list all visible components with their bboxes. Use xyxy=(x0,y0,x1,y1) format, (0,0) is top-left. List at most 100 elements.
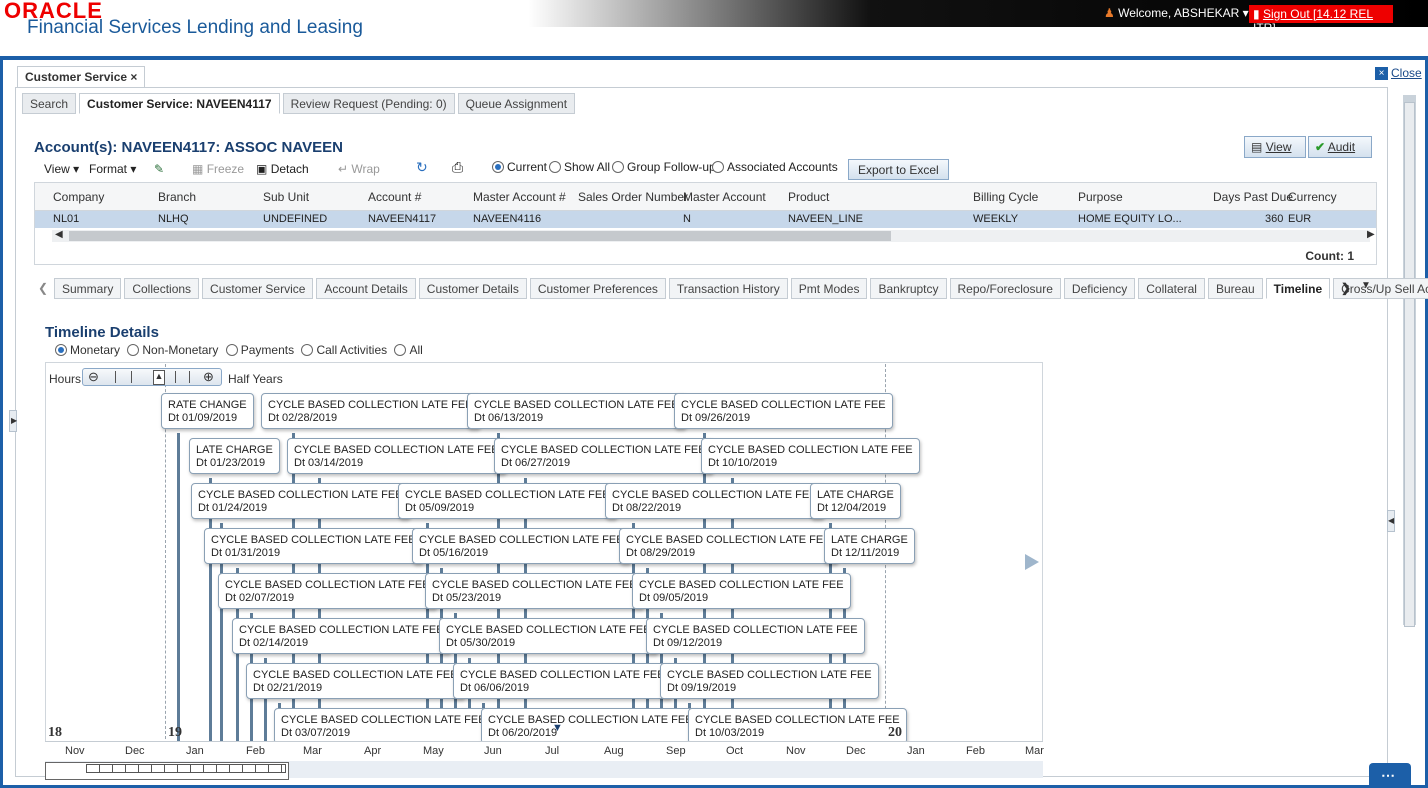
option-monetary[interactable]: Monetary xyxy=(55,343,120,357)
vertical-scrollbar-thumb[interactable] xyxy=(1404,102,1415,627)
zoom-thumb[interactable]: ▲ xyxy=(153,370,165,385)
tabs-menu-icon[interactable]: ▼ xyxy=(1361,280,1371,291)
timeline-event[interactable]: CYCLE BASED COLLECTION LATE FEEDt 03/14/… xyxy=(287,438,506,474)
timeline-event[interactable]: LATE CHARGEDt 12/11/2019 xyxy=(824,528,915,564)
tab-pmt-modes[interactable]: Pmt Modes xyxy=(791,278,868,299)
radio-non-monetary[interactable] xyxy=(127,344,139,356)
col-currency[interactable]: Currency xyxy=(1288,190,1337,204)
radio-all[interactable] xyxy=(394,344,406,356)
timeline-event[interactable]: CYCLE BASED COLLECTION LATE FEEDt 02/14/… xyxy=(232,618,451,654)
timeline-scroll-down-icon[interactable]: ▼ xyxy=(552,722,563,734)
col-master-account[interactable]: Master Account xyxy=(683,190,766,204)
timeline-next-icon[interactable] xyxy=(1025,554,1039,570)
timeline-event[interactable]: CYCLE BASED COLLECTION LATE FEEDt 03/07/… xyxy=(274,708,493,744)
timeline-event[interactable]: CYCLE BASED COLLECTION LATE FEEDt 05/16/… xyxy=(412,528,631,564)
tab-customer-service-sub[interactable]: Customer Service xyxy=(202,278,313,299)
detach-button[interactable]: ▣ Detach xyxy=(256,162,309,176)
tab-customer-details[interactable]: Customer Details xyxy=(419,278,527,299)
tab-bureau[interactable]: Bureau xyxy=(1208,278,1263,299)
timeline-event[interactable]: CYCLE BASED COLLECTION LATE FEEDt 01/31/… xyxy=(204,528,423,564)
timeline-event[interactable]: CYCLE BASED COLLECTION LATE FEEDt 09/26/… xyxy=(674,393,893,429)
timeline-event[interactable]: CYCLE BASED COLLECTION LATE FEEDt 01/24/… xyxy=(191,483,410,519)
col-product[interactable]: Product xyxy=(788,190,829,204)
filter-current[interactable]: Current xyxy=(492,160,547,174)
timeline-event[interactable]: CYCLE BASED COLLECTION LATE FEEDt 06/13/… xyxy=(467,393,686,429)
option-all[interactable]: All xyxy=(394,343,422,357)
tab-customer-preferences[interactable]: Customer Preferences xyxy=(530,278,666,299)
col-days-past-due[interactable]: Days Past Due xyxy=(1213,190,1293,204)
freeze-button[interactable]: ▦ Freeze xyxy=(192,162,244,176)
table-row[interactable]: NL01 NLHQ UNDEFINED NAVEEN4117 NAVEEN411… xyxy=(35,211,1376,228)
view-menu[interactable]: View ▾ xyxy=(44,162,79,176)
radio-current[interactable] xyxy=(492,161,504,173)
zoom-in-icon[interactable]: ⊕ xyxy=(203,369,214,385)
col-account[interactable]: Account # xyxy=(368,190,421,204)
view-button[interactable]: ▤ View xyxy=(1244,136,1306,158)
timeline-event[interactable]: CYCLE BASED COLLECTION LATE FEEDt 05/30/… xyxy=(439,618,658,654)
sign-out-button[interactable]: ▮ Sign Out [14.12 REL ITR] xyxy=(1249,5,1393,23)
close-button[interactable]: ×Close xyxy=(1375,66,1422,80)
timeline-event[interactable]: CYCLE BASED COLLECTION LATE FEEDt 08/29/… xyxy=(619,528,838,564)
timeline-event[interactable]: CYCLE BASED COLLECTION LATE FEEDt 05/09/… xyxy=(398,483,617,519)
col-sales-order[interactable]: Sales Order Number xyxy=(578,190,688,204)
timeline-event[interactable]: CYCLE BASED COLLECTION LATE FEEDt 09/05/… xyxy=(632,573,851,609)
radio-monetary[interactable] xyxy=(55,344,67,356)
tabs-next-icon[interactable]: ❯ xyxy=(1341,281,1351,295)
radio-call-activities[interactable] xyxy=(301,344,313,356)
option-non-monetary[interactable]: Non-Monetary xyxy=(127,343,218,357)
horizontal-scrollbar-thumb[interactable] xyxy=(69,231,891,241)
timeline-event[interactable]: RATE CHANGEDt 01/09/2019 xyxy=(161,393,254,429)
col-company[interactable]: Company xyxy=(53,190,104,204)
timeline-event[interactable]: CYCLE BASED COLLECTION LATE FEEDt 09/12/… xyxy=(646,618,865,654)
scroll-left-icon[interactable]: ◀ xyxy=(55,229,63,240)
radio-payments[interactable] xyxy=(226,344,238,356)
tabs-prev-icon[interactable]: ❮ xyxy=(38,281,48,295)
timeline-event[interactable]: CYCLE BASED COLLECTION LATE FEEDt 10/10/… xyxy=(701,438,920,474)
chat-button[interactable]: ⋯ xyxy=(1369,763,1411,788)
scroll-right-icon[interactable]: ▶ xyxy=(1367,229,1375,240)
timeline-event[interactable]: CYCLE BASED COLLECTION LATE FEEDt 06/27/… xyxy=(494,438,713,474)
tab-customer-service[interactable]: Customer Service: NAVEEN4117 xyxy=(79,93,280,114)
export-excel-button[interactable]: Export to Excel xyxy=(848,159,949,180)
radio-associated[interactable] xyxy=(712,161,724,173)
timeline-event[interactable]: CYCLE BASED COLLECTION LATE FEEDt 09/19/… xyxy=(660,663,879,699)
radio-show-all[interactable] xyxy=(549,161,561,173)
option-call-activities[interactable]: Call Activities xyxy=(301,343,387,357)
print-icon[interactable]: ⎙ xyxy=(452,159,463,176)
tab-search[interactable]: Search xyxy=(22,93,76,114)
col-billing-cycle[interactable]: Billing Cycle xyxy=(973,190,1038,204)
option-payments[interactable]: Payments xyxy=(226,343,294,357)
close-tab-icon[interactable]: × xyxy=(130,70,137,84)
filter-associated-accounts[interactable]: Associated Accounts xyxy=(712,160,838,174)
timeline-event[interactable]: LATE CHARGEDt 12/04/2019 xyxy=(810,483,901,519)
timeline-event[interactable]: CYCLE BASED COLLECTION LATE FEEDt 08/22/… xyxy=(605,483,824,519)
filter-show-all[interactable]: Show All xyxy=(549,160,610,174)
left-panel-toggle[interactable]: ▶ xyxy=(9,410,17,432)
right-panel-toggle[interactable]: ◀ xyxy=(1387,510,1395,532)
tab-collateral[interactable]: Collateral xyxy=(1138,278,1205,299)
tab-summary[interactable]: Summary xyxy=(54,278,121,299)
format-menu[interactable]: Format ▾ xyxy=(89,162,136,176)
tab-review-request[interactable]: Review Request (Pending: 0) xyxy=(283,93,455,114)
tab-timeline[interactable]: Timeline xyxy=(1266,278,1330,299)
tab-deficiency[interactable]: Deficiency xyxy=(1064,278,1135,299)
col-purpose[interactable]: Purpose xyxy=(1078,190,1123,204)
zoom-slider[interactable]: ⊖ ▲ ⊕ xyxy=(82,368,222,386)
timeline-event[interactable]: CYCLE BASED COLLECTION LATE FEEDt 02/07/… xyxy=(218,573,437,609)
wrap-button[interactable]: ↵ Wrap xyxy=(338,162,380,176)
tab-collections[interactable]: Collections xyxy=(124,278,199,299)
tab-bankruptcy[interactable]: Bankruptcy xyxy=(870,278,946,299)
tab-customer-service-outer[interactable]: Customer Service × xyxy=(17,66,145,87)
timeline-event[interactable]: CYCLE BASED COLLECTION LATE FEEDt 02/28/… xyxy=(261,393,480,429)
timeline-event[interactable]: CYCLE BASED COLLECTION LATE FEEDt 06/20/… xyxy=(481,708,700,744)
tab-account-details[interactable]: Account Details xyxy=(316,278,415,299)
timeline-event[interactable]: CYCLE BASED COLLECTION LATE FEEDt 06/06/… xyxy=(453,663,672,699)
zoom-out-icon[interactable]: ⊖ xyxy=(88,369,99,385)
filter-group-followup[interactable]: Group Follow-up xyxy=(612,160,716,174)
col-branch[interactable]: Branch xyxy=(158,190,196,204)
timeline-event[interactable]: CYCLE BASED COLLECTION LATE FEEDt 02/21/… xyxy=(246,663,465,699)
tab-repo-foreclosure[interactable]: Repo/Foreclosure xyxy=(950,278,1061,299)
overview-window[interactable] xyxy=(45,762,289,780)
audit-button[interactable]: ✔ Audit xyxy=(1308,136,1372,158)
col-sub-unit[interactable]: Sub Unit xyxy=(263,190,309,204)
